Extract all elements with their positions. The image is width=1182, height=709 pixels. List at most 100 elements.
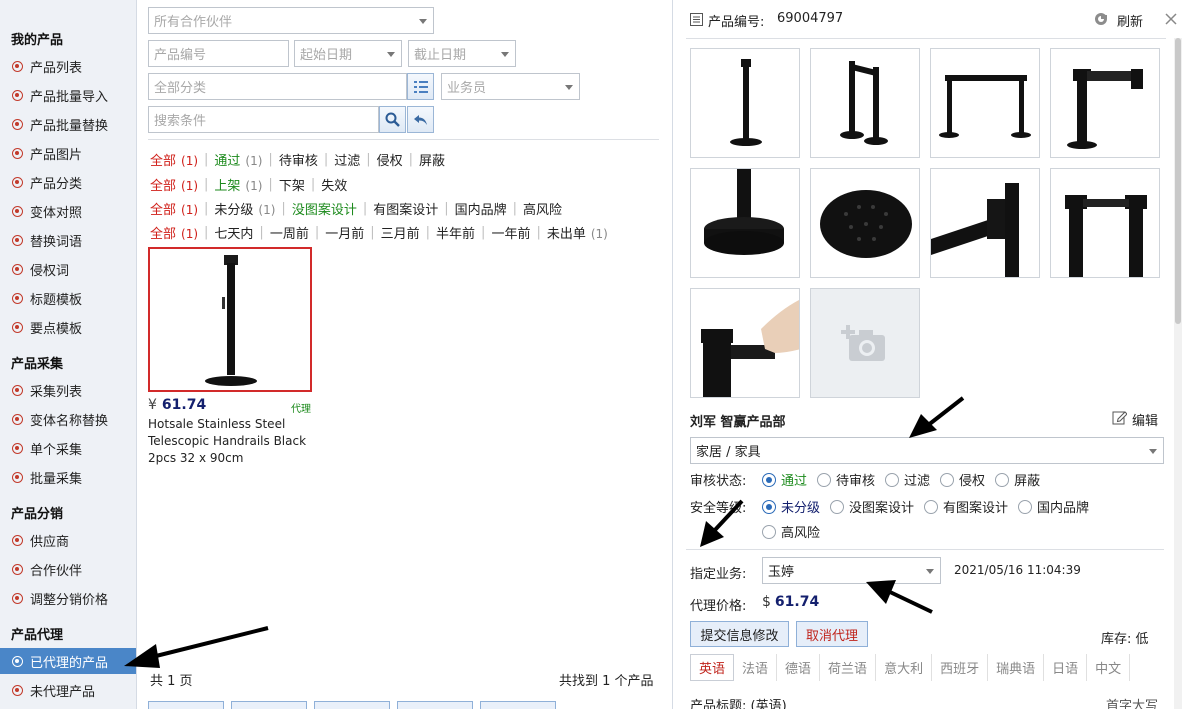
salesman-select[interactable]: 业务员 — [441, 73, 580, 100]
sidebar-item-adjust-price[interactable]: 调整分销价格 — [0, 585, 136, 611]
sidebar-item-agented-products[interactable]: 已代理的产品 — [0, 648, 136, 674]
category-tree-button[interactable] — [407, 73, 434, 100]
sidebar-item-collect-list[interactable]: 采集列表 — [0, 377, 136, 403]
tab-dutch[interactable]: 荷兰语 — [820, 654, 877, 681]
safety-radio-unrated[interactable]: 未分级 — [762, 497, 820, 516]
sidebar-item-replace-words[interactable]: 替换词语 — [0, 227, 136, 253]
filter-off-shelf[interactable]: 下架 — [279, 175, 305, 194]
review-radio-passed[interactable]: 通过 — [762, 470, 807, 489]
tab-swedish[interactable]: 瑞典语 — [988, 654, 1045, 681]
sidebar-item-bulk-import[interactable]: 产品批量导入 — [0, 82, 136, 108]
edit-icon[interactable] — [1112, 410, 1127, 425]
review-radio-infringing[interactable]: 侵权 — [940, 470, 985, 489]
filter-passed[interactable]: 通过 (1) — [214, 150, 262, 169]
filter-1-week[interactable]: 一周前 — [270, 223, 309, 242]
refresh-icon[interactable] — [1094, 12, 1108, 26]
sidebar-item-single-collect[interactable]: 单个采集 — [0, 435, 136, 461]
filter-1-year[interactable]: 一年前 — [491, 223, 530, 242]
close-icon[interactable] — [1165, 13, 1177, 25]
bulk-action-button-4[interactable] — [397, 701, 473, 709]
filter-filtered[interactable]: 过滤 — [334, 150, 360, 169]
safety-radio-has-pattern[interactable]: 有图案设计 — [924, 497, 1008, 516]
end-date-input[interactable]: 截止日期 — [408, 40, 516, 67]
refresh-button[interactable]: 刷新 — [1117, 11, 1143, 30]
sidebar-item-product-images[interactable]: 产品图片 — [0, 140, 136, 166]
sidebar-item-bulk-collect[interactable]: 批量采集 — [0, 464, 136, 490]
tab-spanish[interactable]: 西班牙 — [932, 654, 989, 681]
filter-infringing[interactable]: 侵权 — [377, 150, 403, 169]
sidebar-item-infringing-words[interactable]: 侵权词 — [0, 256, 136, 282]
bulk-action-button-3[interactable] — [314, 701, 390, 709]
safety-radio-domestic-brand[interactable]: 国内品牌 — [1018, 497, 1089, 516]
product-thumbnail[interactable] — [1050, 48, 1160, 158]
filter-high-risk[interactable]: 高风险 — [523, 199, 562, 218]
tab-chinese[interactable]: 中文 — [1087, 654, 1131, 681]
detail-scrollbar[interactable] — [1174, 38, 1182, 709]
tab-italian[interactable]: 意大利 — [876, 654, 933, 681]
edit-button[interactable]: 编辑 — [1132, 410, 1158, 429]
filter-pending[interactable]: 待审核 — [279, 150, 318, 169]
tab-japanese[interactable]: 日语 — [1044, 654, 1088, 681]
filter-domestic-brand[interactable]: 国内品牌 — [455, 199, 507, 218]
product-thumbnail[interactable] — [690, 168, 800, 278]
review-radio-filtered[interactable]: 过滤 — [885, 470, 930, 489]
filter-3-months[interactable]: 三月前 — [381, 223, 420, 242]
sidebar-item-partners[interactable]: 合作伙伴 — [0, 556, 136, 582]
sidebar-item-unagented-products[interactable]: 未代理产品 — [0, 677, 136, 703]
bulk-action-button-5[interactable] — [480, 701, 556, 709]
sidebar-group-distribution: 产品分销 — [11, 507, 64, 522]
sidebar-item-variant-map[interactable]: 变体对照 — [0, 198, 136, 224]
product-thumbnail[interactable] — [930, 48, 1040, 158]
filter-all-listing[interactable]: 全部 (1) — [150, 175, 198, 194]
filter-unrated[interactable]: 未分级 (1) — [214, 199, 275, 218]
search-input[interactable]: 搜索条件 — [148, 106, 379, 133]
filter-invalid[interactable]: 失效 — [321, 175, 347, 194]
safety-radio-no-pattern[interactable]: 没图案设计 — [830, 497, 914, 516]
capitalize-option[interactable]: 首字大写 — [1106, 695, 1158, 709]
review-radio-pending[interactable]: 待审核 — [817, 470, 875, 489]
product-thumbnail[interactable] — [810, 168, 920, 278]
sidebar-item-product-list[interactable]: 产品列表 — [0, 53, 136, 79]
filter-no-pattern[interactable]: 没图案设计 — [292, 199, 357, 218]
sidebar-item-bulk-replace[interactable]: 产品批量替换 — [0, 111, 136, 137]
category-input[interactable]: 全部分类 — [148, 73, 407, 100]
bulk-action-button-2[interactable] — [231, 701, 307, 709]
filter-on-shelf[interactable]: 上架 (1) — [214, 175, 262, 194]
filter-all-safety[interactable]: 全部 (1) — [150, 199, 198, 218]
product-card-image[interactable] — [148, 247, 312, 392]
review-radio-blocked[interactable]: 屏蔽 — [995, 470, 1040, 489]
product-thumbnail[interactable] — [690, 288, 800, 398]
filter-no-orders[interactable]: 未出单 (1) — [547, 223, 608, 242]
filter-has-pattern[interactable]: 有图案设计 — [373, 199, 438, 218]
product-thumbnail[interactable] — [690, 48, 800, 158]
filter-7-days[interactable]: 七天内 — [214, 223, 253, 242]
search-button[interactable] — [379, 106, 406, 133]
add-image-button[interactable] — [810, 288, 920, 398]
submit-changes-button[interactable]: 提交信息修改 — [690, 621, 789, 647]
product-no-input[interactable]: 产品编号 — [148, 40, 289, 67]
reset-button[interactable] — [407, 106, 434, 133]
tab-german[interactable]: 德语 — [777, 654, 821, 681]
sidebar-item-title-template[interactable]: 标题模板 — [0, 285, 136, 311]
safety-radio-high-risk[interactable]: 高风险 — [762, 522, 820, 541]
filter-all-review[interactable]: 全部 (1) — [150, 150, 198, 169]
start-date-input[interactable]: 起始日期 — [294, 40, 402, 67]
product-title[interactable]: Hotsale Stainless Steel Telescopic Handr… — [148, 416, 308, 467]
partner-select[interactable]: 所有合作伙伴 — [148, 7, 434, 34]
sidebar-item-supplier[interactable]: 供应商 — [0, 527, 136, 553]
tab-french[interactable]: 法语 — [734, 654, 778, 681]
sidebar-item-bullet-template[interactable]: 要点模板 — [0, 314, 136, 340]
product-thumbnail[interactable] — [1050, 168, 1160, 278]
tab-english[interactable]: 英语 — [690, 654, 735, 681]
cancel-agency-button[interactable]: 取消代理 — [796, 621, 868, 647]
sidebar-item-categories[interactable]: 产品分类 — [0, 169, 136, 195]
bulk-action-button-1[interactable] — [148, 701, 224, 709]
filter-1-month[interactable]: 一月前 — [325, 223, 364, 242]
filter-blocked[interactable]: 屏蔽 — [419, 150, 445, 169]
filter-all-time[interactable]: 全部 (1) — [150, 223, 198, 242]
product-thumbnail[interactable] — [930, 168, 1040, 278]
sidebar-item-variant-name-replace[interactable]: 变体名称替换 — [0, 406, 136, 432]
product-thumbnail[interactable] — [810, 48, 920, 158]
bullet-icon — [12, 321, 23, 333]
filter-half-year[interactable]: 半年前 — [436, 223, 475, 242]
